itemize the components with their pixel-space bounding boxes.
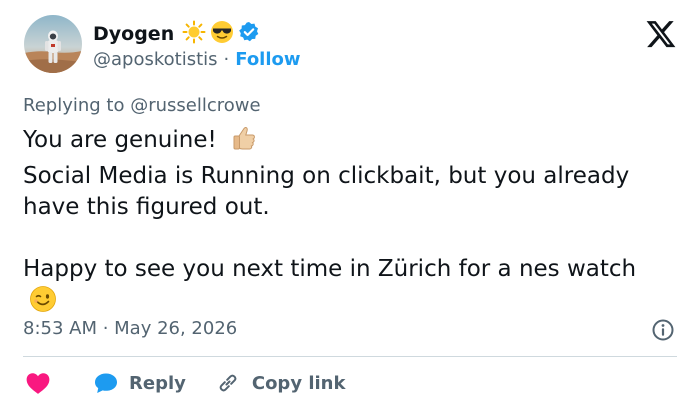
avatar-image (24, 15, 82, 73)
tweet-line: You are genuine! (23, 124, 663, 161)
speech-bubble-icon (95, 373, 117, 393)
tweet-text-line3: Happy to see you next time in Zürich for… (23, 256, 637, 282)
info-icon[interactable] (651, 318, 675, 342)
like-button[interactable] (23, 371, 51, 395)
thumbs-up-icon (230, 124, 258, 161)
reply-mention-link[interactable]: @russellcrowe (130, 95, 260, 116)
copy-link-button[interactable]: Copy link (216, 371, 346, 395)
divider (23, 356, 677, 357)
reply-label: Reply (129, 372, 186, 394)
author-name-row: Dyogen (93, 20, 260, 48)
action-bar: Reply Copy link (23, 368, 345, 398)
sun-icon (182, 20, 206, 48)
heart-icon (26, 373, 50, 394)
reply-button[interactable]: Reply (93, 371, 186, 395)
reply-prefix: Replying to (23, 95, 125, 116)
tweet-text-line1: You are genuine! (23, 127, 217, 153)
reply-context: Replying to @russellcrowe (23, 95, 261, 116)
winking-face-icon (29, 285, 57, 322)
tweet-timestamp[interactable]: 8:53 AM · May 26, 2026 (23, 318, 237, 339)
sunglasses-face-icon (210, 20, 234, 48)
handle-row: @aposkotistis · Follow (93, 49, 301, 70)
user-handle[interactable]: @aposkotistis (93, 49, 218, 70)
verified-badge-icon (238, 21, 260, 47)
x-logo-icon[interactable] (645, 18, 677, 50)
tweet-line: Social Media is Running on clickbait, bu… (23, 163, 630, 220)
tweet-line: Happy to see you next time in Zürich for… (23, 254, 663, 322)
follow-button[interactable]: Follow (235, 49, 300, 70)
copy-link-label: Copy link (251, 372, 346, 394)
separator: · (223, 49, 230, 70)
tweet-body: You are genuine! Social Media is Running… (23, 124, 663, 322)
display-name[interactable]: Dyogen (93, 23, 174, 45)
link-icon (219, 374, 237, 392)
avatar[interactable] (24, 15, 82, 73)
